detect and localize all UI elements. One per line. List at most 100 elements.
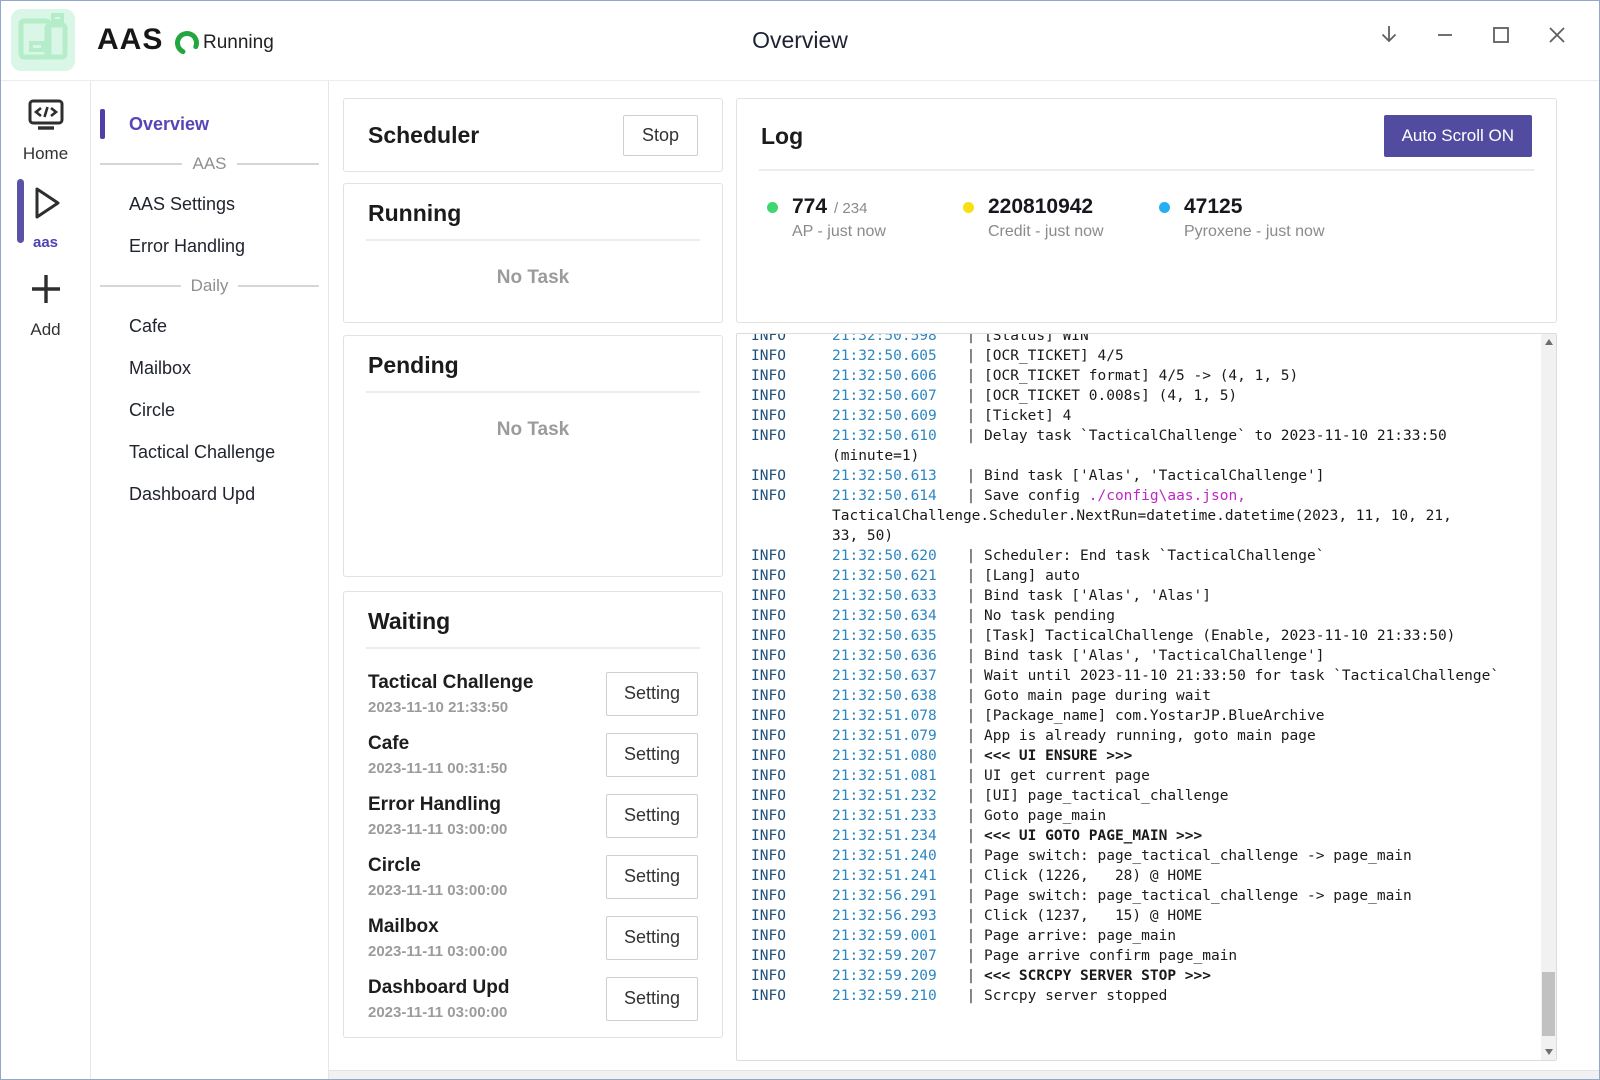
stat-value-row: 47125 [1184, 195, 1325, 219]
log-scroll-area[interactable]: INFO21:32:50.598|[Status] WININFO21:32:5… [737, 334, 1541, 1060]
waiting-task-info: Tactical Challenge2023-11-10 21:33:50 [368, 672, 533, 716]
rail-item-aas[interactable]: aas [1, 167, 90, 253]
log-timestamp: 21:32:51.079 [832, 726, 958, 746]
scheduler-stop-button[interactable]: Stop [623, 115, 698, 156]
sidebar-item-dashboard-upd[interactable]: Dashboard Upd [91, 473, 328, 515]
stat-label: AP - just now [792, 223, 886, 241]
log-message: Delay task `TacticalChallenge` to 2023-1… [984, 426, 1541, 446]
log-card: Log Auto Scroll ON 774/ 234AP - just now… [736, 98, 1557, 323]
log-message: UI get current page [984, 766, 1541, 786]
close-button[interactable] [1539, 17, 1575, 53]
divider [366, 647, 700, 649]
log-timestamp: 21:32:51.241 [832, 866, 958, 886]
log-level: INFO [751, 406, 832, 426]
sidebar-item-aas-settings[interactable]: AAS Settings [91, 183, 328, 225]
log-level: INFO [751, 334, 832, 346]
log-timestamp: 21:32:51.240 [832, 846, 958, 866]
sidebar-item-label: Dashboard Upd [129, 484, 255, 505]
sidebar-item-overview[interactable]: Overview [91, 103, 328, 145]
minimize-button[interactable] [1427, 17, 1463, 53]
log-timestamp: 21:32:50.636 [832, 646, 958, 666]
log-message: Click (1226, 28) @ HOME [984, 866, 1541, 886]
running-card: Running No Task [343, 183, 723, 323]
log-line: INFO21:32:50.609|[Ticket] 4 [751, 406, 1541, 426]
scrollbar-thumb[interactable] [1542, 972, 1555, 1036]
stat-value: 47125 [1184, 195, 1242, 219]
auto-scroll-toggle-button[interactable]: Auto Scroll ON [1384, 115, 1532, 157]
waiting-task-row: Error Handling2023-11-11 03:00:00 Setting [368, 785, 698, 846]
log-timestamp: 21:32:50.634 [832, 606, 958, 626]
log-timestamp: 21:32:50.605 [832, 346, 958, 366]
rail-item-label: aas [33, 234, 58, 251]
log-level: INFO [751, 346, 832, 366]
log-message: [UI] page_tactical_challenge [984, 786, 1541, 806]
log-line: INFO21:32:59.210|Scrcpy server stopped [751, 986, 1541, 1006]
log-timestamp: 21:32:50.621 [832, 566, 958, 586]
sidebar-item-circle[interactable]: Circle [91, 389, 328, 431]
log-timestamp: 21:32:51.081 [832, 766, 958, 786]
log-message: <<< SCRCPY SERVER STOP >>> [984, 966, 1541, 986]
waiting-task-name: Cafe [368, 733, 507, 755]
task-setting-button[interactable]: Setting [606, 916, 698, 960]
waiting-task-info: Circle2023-11-11 03:00:00 [368, 855, 507, 899]
stat-value-row: 220810942 [988, 195, 1104, 219]
log-separator: | [958, 334, 984, 346]
sidebar-item-cafe[interactable]: Cafe [91, 305, 328, 347]
waiting-task-row: Dashboard Upd2023-11-11 03:00:00Setting [368, 968, 698, 1029]
log-timestamp: 21:32:56.293 [832, 906, 958, 926]
log-output-panel: INFO21:32:50.598|[Status] WININFO21:32:5… [736, 333, 1557, 1061]
sidebar-section-label: AAS [192, 154, 226, 174]
waiting-task-row: Circle2023-11-11 03:00:00 Setting [368, 846, 698, 907]
task-setting-button[interactable]: Setting [606, 733, 698, 777]
scroll-down-arrow-icon[interactable] [1541, 1044, 1556, 1060]
pending-card: Pending No Task [343, 335, 723, 577]
log-timestamp: 21:32:50.637 [832, 666, 958, 686]
scroll-up-arrow-icon[interactable] [1541, 334, 1556, 350]
download-update-button[interactable] [1371, 17, 1407, 53]
log-level: INFO [751, 706, 832, 726]
rail-item-add[interactable]: Add [1, 253, 90, 339]
waiting-task-name: Circle [368, 855, 507, 877]
task-setting-button[interactable]: Setting [606, 855, 698, 899]
log-message: Goto page_main [984, 806, 1541, 826]
log-level: INFO [751, 866, 832, 886]
log-timestamp: 21:32:50.635 [832, 626, 958, 646]
log-level: INFO [751, 466, 832, 486]
log-message: No task pending [984, 606, 1541, 626]
log-separator: | [958, 346, 984, 366]
log-separator: | [958, 926, 984, 946]
sidebar-section-divider: AAS [91, 145, 328, 183]
divider-line [238, 285, 319, 287]
log-line: INFO21:32:59.207|Page arrive confirm pag… [751, 946, 1541, 966]
log-scrollbar[interactable] [1541, 334, 1556, 1060]
waiting-task-info: Mailbox2023-11-11 03:00:00 [368, 916, 507, 960]
waiting-task-info: Error Handling2023-11-11 03:00:00 [368, 794, 507, 838]
log-level [751, 446, 832, 466]
log-separator: | [958, 606, 984, 626]
task-setting-button[interactable]: Setting [606, 794, 698, 838]
log-line: INFO21:32:50.598|[Status] WIN [751, 334, 1541, 346]
log-message: (minute=1) [832, 446, 1541, 466]
task-setting-button[interactable]: Setting [606, 672, 698, 716]
log-timestamp: 21:32:51.078 [832, 706, 958, 726]
sidebar-item-error-handling[interactable]: Error Handling [91, 225, 328, 267]
log-message: Wait until 2023-11-10 21:33:50 for task … [984, 666, 1541, 686]
task-setting-button[interactable]: Setting [606, 977, 698, 1021]
log-separator: | [958, 566, 984, 586]
sidebar-item-tactical-challenge[interactable]: Tactical Challenge [91, 431, 328, 473]
log-level: INFO [751, 686, 832, 706]
log-line: INFO21:32:50.605|[OCR_TICKET] 4/5 [751, 346, 1541, 366]
log-line: INFO21:32:51.240|Page switch: page_tacti… [751, 846, 1541, 866]
log-separator: | [958, 806, 984, 826]
maximize-button[interactable] [1483, 17, 1519, 53]
sidebar-item-mailbox[interactable]: Mailbox [91, 347, 328, 389]
log-level: INFO [751, 666, 832, 686]
log-level: INFO [751, 766, 832, 786]
log-message: TacticalChallenge.Scheduler.NextRun=date… [832, 506, 1541, 526]
sidebar-section-divider: Daily [91, 267, 328, 305]
waiting-task-row: Mailbox2023-11-11 03:00:00 Setting [368, 907, 698, 968]
rail-item-home[interactable]: Home [1, 81, 90, 167]
log-separator: | [958, 986, 984, 1006]
stat-label: Credit - just now [988, 223, 1104, 241]
horizontal-scrollbar[interactable] [329, 1070, 1599, 1079]
